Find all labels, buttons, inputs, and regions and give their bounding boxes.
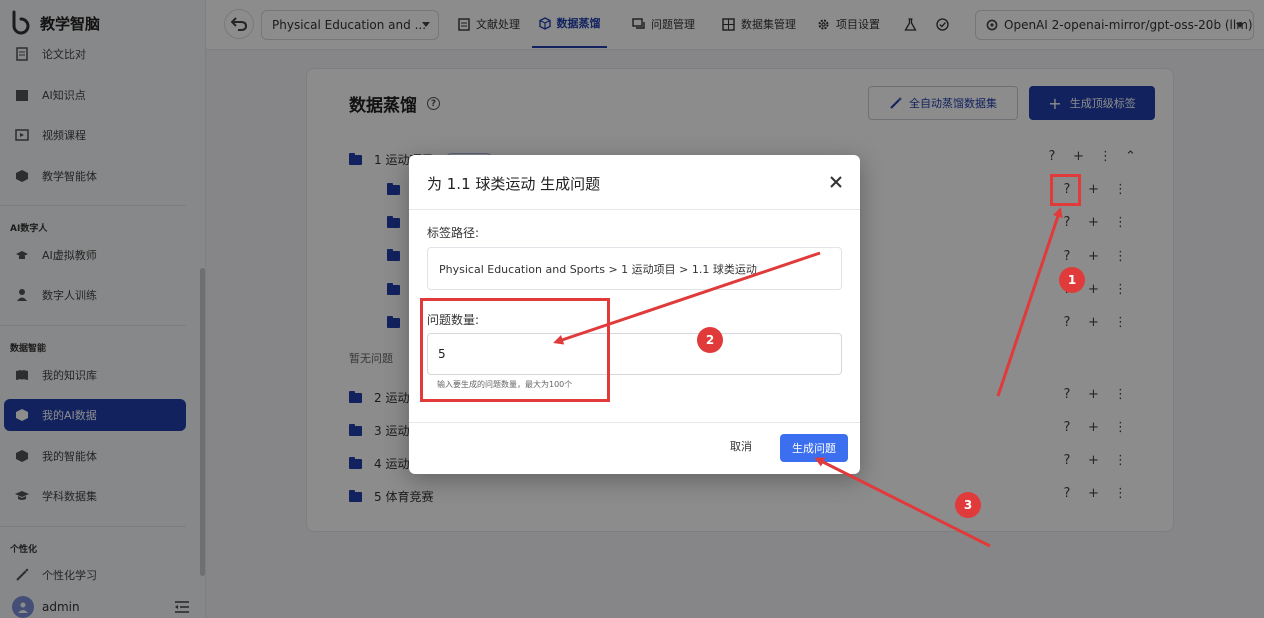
close-icon[interactable] [829,175,843,189]
callout-number-2: 2 [697,327,723,353]
cancel-button[interactable]: 取消 [730,438,752,454]
dialog-divider [409,209,860,210]
dialog-title: 为 1.1 球类运动 生成问题 [427,175,601,193]
callout-box-question-count [420,298,610,402]
callout-number-1: 1 [1059,267,1085,293]
generate-questions-label: 生成问题 [792,442,836,455]
tag-path-value: Physical Education and Sports > 1 运动项目 >… [439,262,757,276]
dialog-divider [409,422,860,423]
tag-path-label: 标签路径: [427,226,480,240]
generate-questions-button[interactable]: 生成问题 [780,434,848,462]
tag-path-field: Physical Education and Sports > 1 运动项目 >… [427,247,842,290]
callout-box-question-button [1050,174,1081,206]
callout-number-3: 3 [955,492,981,518]
